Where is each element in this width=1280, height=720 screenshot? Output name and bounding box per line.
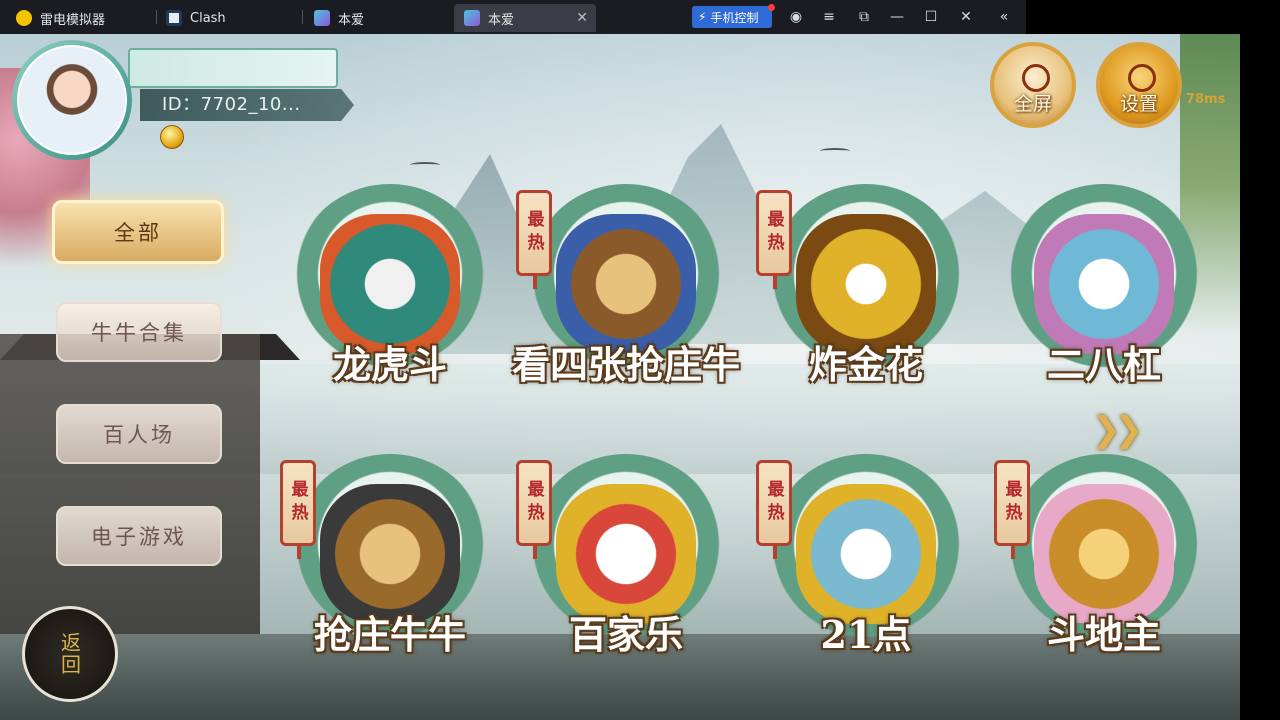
gear-icon	[1128, 64, 1156, 92]
dice-icon	[1034, 214, 1174, 354]
player-id: ID：7702_10...	[140, 89, 354, 121]
bull-warrior-icon	[320, 484, 460, 624]
game-tile-qiangzhuang-niuniu[interactable]: 最热 抢庄牛牛	[280, 454, 500, 694]
game-name: 二八杠	[1046, 342, 1161, 387]
tab-game-1[interactable]: 本爱	[304, 4, 450, 32]
account-icon[interactable]: ◉	[787, 8, 805, 26]
game-name: 抢庄牛牛	[313, 612, 466, 657]
emulator-logo-icon	[16, 10, 32, 26]
fullscreen-icon	[1022, 64, 1050, 92]
game-tile-baijiale[interactable]: 最热 百家乐	[516, 454, 736, 694]
settings-button[interactable]: 设置	[1096, 42, 1182, 128]
hot-badge: 最热	[994, 460, 1030, 559]
fullscreen-button[interactable]: 全屏	[990, 42, 1076, 128]
game-name: 炸金花	[808, 342, 923, 387]
game-tile-doudizhu[interactable]: 最热 斗地主	[994, 454, 1214, 694]
game-tile-21dian[interactable]: 最热 21点	[756, 454, 976, 694]
hot-badge: 最热	[280, 460, 316, 559]
menu-label: 牛牛合集	[91, 321, 187, 345]
game-lobby: ID：7702_10... 179.01 全屏 设置 78ms 全部 牛牛合集 …	[0, 34, 1240, 720]
tab-label: 雷电模拟器	[40, 12, 106, 28]
coin-amount: 179.01	[206, 126, 275, 148]
tab-label: 本爱	[488, 12, 515, 28]
hot-badge: 最热	[516, 460, 552, 559]
coin-balance: 179.01	[160, 124, 275, 150]
menu-icon[interactable]: ≡	[820, 8, 838, 26]
golden-flower-icon	[796, 214, 936, 354]
settings-label: 设置	[1119, 93, 1158, 115]
menu-label: 百人场	[103, 423, 175, 447]
ping-indicator: 78ms	[1186, 92, 1226, 107]
game-app-icon	[464, 10, 480, 26]
dragon-tiger-icon	[320, 214, 460, 354]
tab-game-2-active[interactable]: 本爱 ✕	[454, 4, 596, 32]
game-name: 斗地主	[1046, 612, 1161, 657]
bull-icon	[556, 214, 696, 354]
back-label: 返回	[57, 632, 82, 676]
back-button[interactable]: 返回	[22, 606, 118, 702]
tab-separator	[302, 10, 303, 24]
game-tile-erbagang[interactable]: 二八杠	[994, 184, 1214, 424]
game-name: 看四张抢庄牛	[511, 342, 740, 387]
avatar	[17, 45, 127, 155]
blackjack-icon	[796, 484, 936, 624]
avatar-frame[interactable]	[12, 40, 132, 160]
game-app-icon	[314, 10, 330, 26]
window-titlebar: 雷电模拟器 Clash 本爱 本爱 ✕ ⚡ 手机控制 ◉ ≡ ⧉ — ☐ ✕ «	[0, 0, 1280, 34]
menu-electronic-games[interactable]: 电子游戏	[56, 506, 222, 566]
minimize-icon[interactable]: —	[888, 8, 906, 26]
tab-label: Clash	[190, 10, 226, 26]
emulator-sidebar-collapsed	[1240, 34, 1280, 720]
collapse-sidebar-icon[interactable]: «	[995, 8, 1013, 26]
close-tab-icon[interactable]: ✕	[576, 10, 588, 26]
tab-label: 本爱	[338, 12, 365, 28]
player-name-plate	[128, 48, 338, 88]
menu-hundred-player[interactable]: 百人场	[56, 404, 222, 464]
coin-icon	[160, 125, 184, 149]
game-name: 百家乐	[568, 612, 683, 657]
tab-clash[interactable]: Clash	[156, 4, 302, 32]
phone-control-label: 手机控制	[710, 10, 759, 25]
notification-dot	[768, 4, 775, 11]
game-tile-kansizhang[interactable]: 最热 看四张抢庄牛	[512, 184, 740, 424]
close-window-icon[interactable]: ✕	[957, 8, 975, 26]
game-name: 21点	[820, 612, 912, 657]
bird-icon	[410, 162, 440, 168]
lightning-icon: ⚡	[698, 10, 707, 24]
popout-icon[interactable]: ⧉	[855, 8, 873, 26]
menu-niuniu-collection[interactable]: 牛牛合集	[56, 302, 222, 362]
maximize-icon[interactable]: ☐	[922, 8, 940, 26]
clash-app-icon	[166, 10, 182, 26]
phone-control-button[interactable]: ⚡ 手机控制	[692, 4, 775, 28]
titlebar-filler	[1026, 0, 1280, 34]
game-tile-longhudou[interactable]: 龙虎斗	[280, 184, 500, 424]
landlord-coin-icon	[1034, 484, 1174, 624]
hot-badge: 最热	[516, 190, 552, 289]
menu-label: 全部	[114, 221, 162, 245]
bird-icon	[820, 148, 850, 154]
tab-emulator[interactable]: 雷电模拟器	[6, 4, 156, 32]
hot-badge: 最热	[756, 190, 792, 289]
game-name: 龙虎斗	[332, 342, 447, 387]
menu-all[interactable]: 全部	[52, 200, 224, 264]
game-tile-zhajinhua[interactable]: 最热 炸金花	[756, 184, 976, 424]
menu-label: 电子游戏	[91, 525, 187, 549]
next-page-arrow-icon[interactable]: ❯❯	[1092, 410, 1143, 450]
playing-cards-icon	[556, 484, 696, 624]
fullscreen-label: 全屏	[1013, 93, 1052, 115]
hot-badge: 最热	[756, 460, 792, 559]
